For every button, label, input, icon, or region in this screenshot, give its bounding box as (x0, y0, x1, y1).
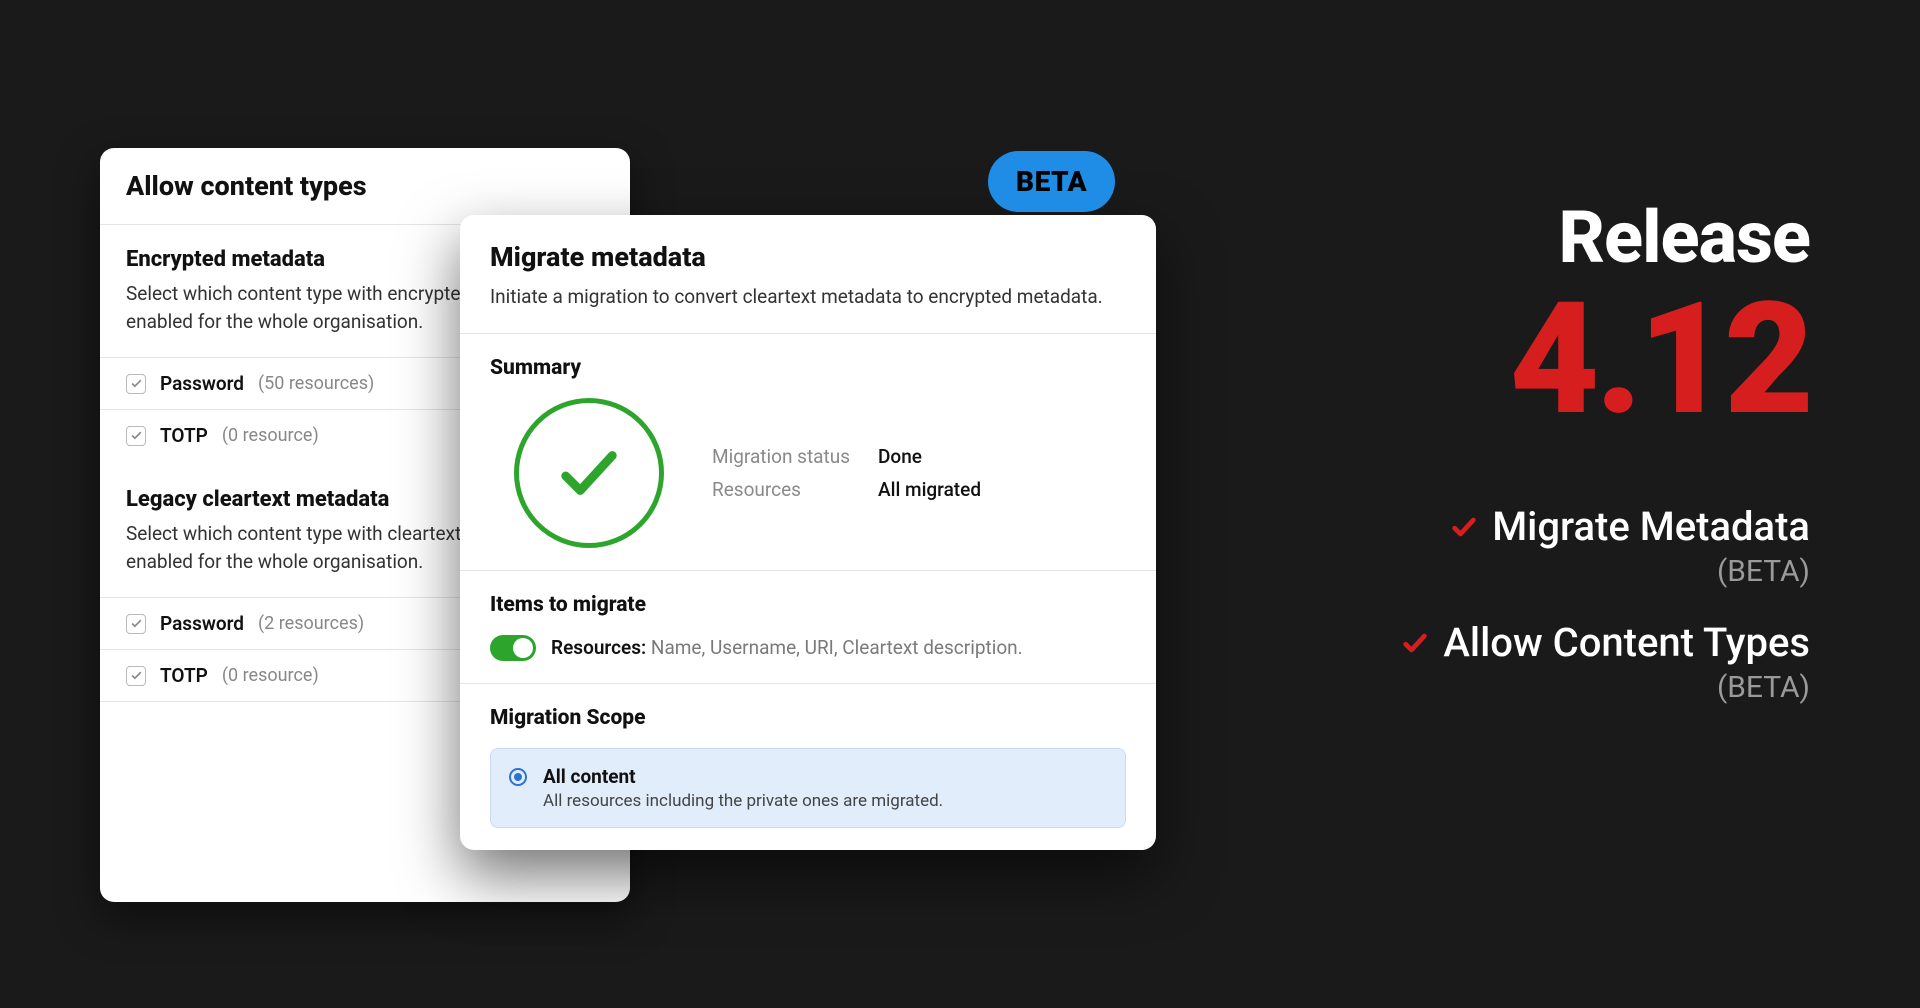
checkbox-checked-icon[interactable] (126, 666, 146, 686)
items-heading: Items to migrate (490, 593, 1126, 617)
row-label: TOTP (160, 664, 208, 687)
items-label: Resources: (551, 636, 646, 659)
feature-title: Migrate Metadata (1492, 503, 1810, 550)
scope-heading: Migration Scope (490, 706, 1126, 730)
items-section: Items to migrate Resources: Name, Userna… (460, 570, 1156, 683)
release-version: 4.12 (1250, 286, 1810, 433)
migrate-metadata-card: Migrate metadata Initiate a migration to… (460, 215, 1156, 850)
feature-allow-content-types: Allow Content Types (BETA) (1401, 619, 1810, 705)
check-icon (1450, 513, 1478, 541)
row-count: (0 resource) (222, 665, 319, 686)
summary-section: Summary Migration status Done Resources … (460, 333, 1156, 570)
scope-section: Migration Scope All content All resource… (460, 683, 1156, 850)
row-count: (50 resources) (258, 373, 374, 394)
row-label: Password (160, 372, 244, 395)
row-label: Password (160, 612, 244, 635)
summary-heading: Summary (490, 356, 1126, 380)
check-icon (1401, 629, 1429, 657)
scope-option-title: All content (543, 765, 943, 788)
feature-title: Allow Content Types (1443, 619, 1810, 666)
checkbox-checked-icon[interactable] (126, 614, 146, 634)
status-label: Migration status (712, 445, 850, 468)
feature-sub: (BETA) (1717, 670, 1810, 705)
scope-option-desc: All resources including the private ones… (543, 791, 943, 811)
feature-sub: (BETA) (1717, 554, 1810, 589)
resources-label: Resources (712, 478, 850, 501)
row-count: (2 resources) (258, 613, 364, 634)
beta-badge: BETA (988, 151, 1115, 212)
items-value: Name, Username, URI, Cleartext descripti… (646, 636, 1022, 659)
resources-value: All migrated (878, 478, 981, 501)
row-label: TOTP (160, 424, 208, 447)
checkbox-checked-icon[interactable] (126, 426, 146, 446)
checkbox-checked-icon[interactable] (126, 374, 146, 394)
resources-toggle[interactable] (490, 635, 536, 661)
scope-option-all[interactable]: All content All resources including the … (490, 748, 1126, 828)
success-check-icon (514, 398, 664, 548)
radio-selected-icon[interactable] (509, 768, 527, 786)
release-panel: Release 4.12 Migrate Metadata (BETA) All… (1250, 195, 1810, 705)
status-value: Done (878, 445, 981, 468)
migrate-title: Migrate metadata (490, 241, 1126, 273)
allow-card-title: Allow content types (126, 170, 604, 202)
migrate-desc: Initiate a migration to convert cleartex… (490, 283, 1126, 311)
row-count: (0 resource) (222, 425, 319, 446)
feature-migrate-metadata: Migrate Metadata (BETA) (1450, 503, 1810, 589)
